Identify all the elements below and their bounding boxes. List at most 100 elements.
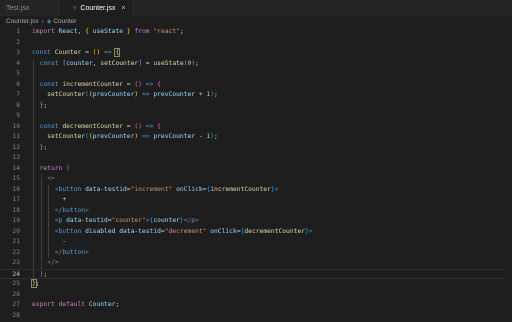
code-line[interactable]: 26: [0, 290, 512, 300]
code-token: onClick: [206, 227, 237, 235]
code-line[interactable]: 18 </button>: [0, 206, 512, 216]
code-line[interactable]: 7 setCounter((prevCounter) => prevCounte…: [0, 90, 512, 100]
code-line[interactable]: 5: [0, 69, 512, 79]
code-line[interactable]: 28: [0, 311, 512, 321]
code-editor[interactable]: 1 import React, { useState } from "react"…: [0, 27, 512, 322]
tab-counter-jsx[interactable]: ⚛ Counter.jsx ×: [60, 0, 132, 16]
code-token: >: [85, 206, 89, 214]
line-number: 2: [16, 38, 20, 46]
line-number: 21: [12, 238, 20, 245]
line-number: 19: [12, 217, 20, 224]
code-token: button: [62, 206, 86, 214]
code-line[interactable]: 20 <button disabled data-testid="decreme…: [0, 227, 512, 237]
code-token: counter: [66, 59, 93, 67]
code-text: };: [32, 101, 48, 111]
code-line[interactable]: 17 +: [0, 195, 512, 205]
breadcrumb-symbol[interactable]: Counter: [53, 18, 76, 25]
tab-test-jsx[interactable]: Test.jsx: [0, 0, 52, 16]
code-text: );: [32, 270, 48, 280]
code-text: <p data-testid="counter">{counter}</p>: [32, 216, 199, 226]
code-token: (): [134, 80, 142, 88]
code-token: const: [32, 80, 63, 88]
code-token: setCounter: [32, 91, 86, 98]
code-token: onClick: [172, 185, 203, 193]
code-token: prevCounter: [92, 133, 135, 140]
vertical-scrollbar[interactable]: [504, 27, 512, 322]
code-line[interactable]: 22 </button>: [0, 248, 512, 258]
line-number: 17: [12, 196, 20, 203]
code-text: };: [31, 279, 40, 289]
code-text: const incrementCounter = () => {: [32, 80, 161, 90]
indent-guide: [33, 58, 34, 279]
code-token: =>: [100, 49, 116, 56]
line-number: 5: [16, 70, 20, 77]
code-token: ;: [214, 133, 218, 140]
line-number: 23: [12, 259, 20, 266]
code-token: prevCounter: [92, 91, 135, 98]
code-line[interactable]: 2: [0, 38, 512, 48]
code-token: useState: [153, 59, 184, 67]
code-line[interactable]: 15 <>: [0, 174, 512, 184]
code-line[interactable]: 25};: [0, 279, 512, 289]
line-number: 24: [12, 270, 20, 278]
line-number: 18: [12, 206, 20, 214]
code-line[interactable]: 4 const [counter, setCounter] = useState…: [0, 59, 512, 69]
code-token: =>: [138, 133, 154, 140]
code-token: =: [123, 80, 135, 88]
code-token: ;: [43, 101, 48, 109]
code-token: button: [58, 227, 82, 235]
code-line[interactable]: 21 -: [0, 237, 512, 247]
code-line[interactable]: 13: [0, 153, 512, 163]
code-token: "decrement": [164, 227, 207, 235]
code-token: const: [32, 122, 63, 130]
code-text: const Counter = () => {: [32, 48, 121, 58]
code-text: return (: [32, 164, 70, 174]
code-text: <button data-testid="increment" onClick=…: [32, 185, 279, 195]
line-number: 25: [12, 280, 20, 287]
code-token: prevCounter: [153, 91, 196, 98]
code-line[interactable]: 1 import React, { useState } from "react"…: [0, 27, 512, 37]
code-token: =>: [138, 91, 154, 98]
line-number: 20: [12, 227, 20, 235]
breadcrumb-file[interactable]: Counter.jsx: [6, 18, 39, 25]
close-icon[interactable]: ×: [121, 5, 125, 12]
code-token: ;: [43, 270, 48, 278]
line-number: 6: [16, 80, 20, 88]
line-number: 15: [12, 175, 20, 182]
code-line[interactable]: 14 return (: [0, 164, 512, 174]
code-line[interactable]: 8 };: [0, 101, 512, 111]
code-line[interactable]: 10 const decrementCounter = () => {: [0, 122, 512, 132]
code-token: =: [123, 122, 135, 130]
line-number: 13: [12, 154, 20, 161]
code-token: "counter": [111, 217, 146, 224]
code-line[interactable]: 19 <p data-testid="counter">{counter}</p…: [0, 216, 512, 226]
code-line[interactable]: 3 const Counter = () => {: [0, 48, 512, 58]
code-token: return: [32, 164, 67, 172]
code-token: ;: [43, 143, 48, 151]
code-token: <>: [47, 175, 55, 182]
code-line[interactable]: 6 const incrementCounter = () => {: [0, 80, 512, 90]
line-number: 28: [12, 311, 20, 319]
code-token: "increment": [130, 185, 173, 193]
code-token: Counter: [54, 49, 82, 56]
code-text: setCounter((prevCounter) => prevCounter …: [32, 90, 218, 100]
code-line[interactable]: 27 export default Counter;: [0, 300, 512, 310]
code-text: setCounter((prevCounter) => prevCounter …: [32, 132, 218, 142]
code-token: >: [274, 185, 279, 193]
code-token: decrementCounter: [62, 122, 124, 130]
code-line[interactable]: 24 );: [0, 268, 512, 280]
code-token: disabled: [81, 227, 116, 235]
code-line[interactable]: 12 };: [0, 143, 512, 153]
code-line[interactable]: 11 setCounter((prevCounter) => prevCount…: [0, 132, 512, 142]
code-text: <>: [32, 174, 55, 184]
code-token: =: [81, 49, 93, 56]
code-text: };: [32, 143, 48, 153]
line-number: 22: [12, 248, 20, 256]
react-file-icon: ⚛: [72, 5, 78, 12]
code-line[interactable]: 9: [0, 111, 512, 121]
code-line[interactable]: 16 <button data-testid="increment" onCli…: [0, 185, 512, 195]
line-number: 16: [12, 185, 20, 193]
line-number: 4: [16, 59, 20, 67]
code-line[interactable]: 23 </>: [0, 258, 512, 268]
